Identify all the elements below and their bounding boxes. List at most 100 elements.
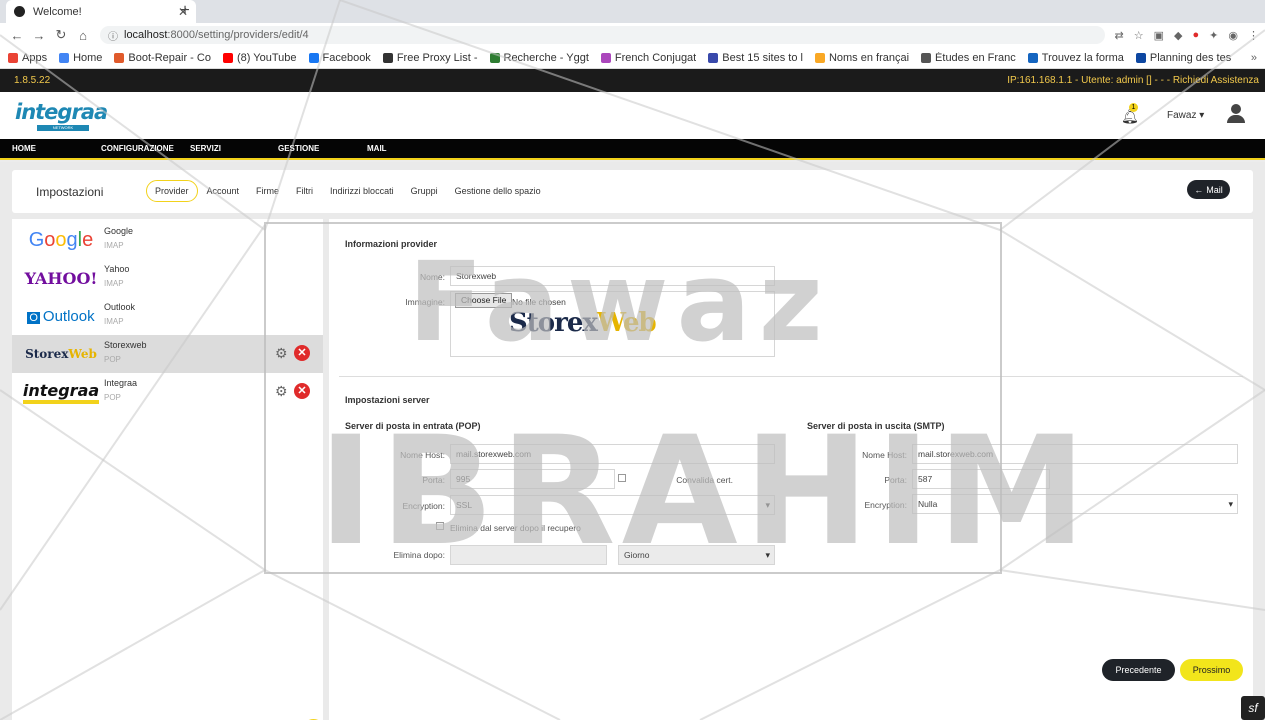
settings-tabs: Provider Account Firme Filtri Indirizzi bloc… [146, 180, 550, 202]
gear-icon[interactable]: ⚙ [275, 383, 288, 400]
image-upload-area[interactable]: Choose File No file chosen StorexWeb [450, 291, 775, 357]
incoming-port-input[interactable]: 995 [450, 469, 615, 489]
puzzle-icon[interactable]: ✦ [1209, 29, 1218, 42]
nav-mail[interactable]: MAIL [367, 144, 387, 153]
bookmark-item[interactable]: French Conjugat [600, 51, 697, 64]
nav-servizi[interactable]: SERVIZI [190, 144, 221, 153]
star-icon[interactable]: ☆ [1134, 29, 1144, 42]
bookmark-label: Home [73, 51, 103, 64]
bookmark-icon [814, 52, 825, 63]
main-nav: HOME CONFIGURAZIONE SERVIZI GESTIONE MAI… [0, 139, 1265, 160]
provider-item[interactable]: O Outlook Outlook IMAP [12, 297, 323, 335]
bookmark-item[interactable]: Trouvez la forma [1027, 52, 1124, 64]
back-to-mail-button[interactable]: ← Mail [1187, 180, 1230, 199]
tab-filtri[interactable]: Filtri [288, 181, 321, 201]
bookmark-item[interactable]: Home [59, 52, 102, 64]
bookmark-item[interactable]: Facebook [308, 52, 371, 64]
outgoing-host-label: Nome Host: [862, 450, 907, 460]
bookmark-item[interactable]: Études en Franc [921, 52, 1016, 64]
provider-logo: integraa [22, 379, 100, 405]
settings-bar: Impostazioni Provider Account Firme Filtri I… [12, 170, 1253, 213]
provider-type: POP [104, 355, 121, 364]
tab-account[interactable]: Account [199, 181, 248, 201]
bookmarks-more-icon[interactable]: » [1251, 52, 1257, 64]
bookmark-item[interactable]: Noms en françai [814, 52, 909, 64]
delete-after-unit-select[interactable]: Giorno [618, 545, 775, 565]
bookmark-label: French Conjugat [614, 51, 697, 64]
delete-after-fetch-label: Elimina dal server dopo il recupero [450, 523, 581, 533]
url-input[interactable]: ⓘ localhost:8000/setting/providers/edit/… [100, 26, 1105, 44]
provider-item[interactable]: YAHOO! Yahoo IMAP [12, 259, 323, 297]
provider-type: IMAP [104, 241, 124, 250]
bookmark-icon [1135, 52, 1146, 63]
version-label: 1.8.5.22 [14, 75, 51, 86]
tab-firme[interactable]: Firme [248, 181, 287, 201]
delete-after-input[interactable] [450, 545, 607, 565]
nav-home[interactable]: HOME [12, 144, 36, 153]
extension-icon[interactable]: ▣ [1154, 29, 1164, 42]
bookmark-item[interactable]: Planning des tes [1135, 52, 1231, 64]
opera-icon[interactable]: ● [1193, 29, 1200, 42]
validate-cert-label: Convalida cert. [676, 475, 733, 485]
incoming-encryption-select[interactable]: SSL [450, 495, 775, 515]
forward-icon[interactable]: → [28, 28, 50, 43]
bookmark-item[interactable]: Boot-Repair - Co [114, 52, 211, 64]
bookmark-item[interactable]: (8) YouTube [222, 52, 297, 64]
notification-bell-icon[interactable]: 🔔︎ 1 [1121, 103, 1139, 125]
user-dropdown[interactable]: Fawaz ▾ [1167, 110, 1204, 121]
provider-item[interactable]: integraa Integraa POP ⚙ ✕ [12, 373, 323, 411]
url-host: localhost [124, 29, 168, 41]
nav-gestione[interactable]: GESTIONE [278, 144, 319, 153]
incoming-host-input[interactable]: mail.storexweb.com [450, 444, 775, 464]
choose-file-button[interactable]: Choose File [455, 293, 513, 308]
bookmark-item[interactable]: Free Proxy List - [382, 52, 478, 64]
tab-gestione-dello-spazio[interactable]: Gestione dello spazio [447, 181, 549, 201]
tab-gruppi[interactable]: Gruppi [403, 181, 446, 201]
symfony-toolbar-icon[interactable]: sf [1241, 696, 1265, 720]
tab-indirizzi-bloccati[interactable]: Indirizzi bloccati [322, 181, 402, 201]
session-info[interactable]: IP:161.168.1.1 - Utente: admin [] - - - … [1007, 75, 1259, 86]
delete-icon[interactable]: ✕ [294, 383, 310, 399]
bookmark-item[interactable]: Apps [8, 52, 47, 64]
next-button[interactable]: Prossimo [1180, 659, 1243, 681]
outgoing-port-input[interactable]: 587 [912, 469, 1050, 489]
notification-badge: 1 [1129, 103, 1138, 112]
delete-after-fetch-checkbox[interactable] [436, 522, 444, 530]
page-title: Impostazioni [36, 185, 104, 199]
nav-configurazione[interactable]: CONFIGURAZIONE [101, 144, 174, 153]
reload-icon[interactable]: ↻ [50, 27, 72, 43]
outgoing-encryption-select[interactable]: Nulla [912, 494, 1238, 514]
provider-name-input[interactable]: Storexweb [450, 266, 775, 286]
provider-logo: O Outlook [27, 307, 95, 325]
tab-provider[interactable]: Provider [146, 180, 198, 202]
bookmark-icon [59, 52, 70, 63]
extension-icon[interactable]: ◆ [1174, 29, 1182, 42]
bookmark-item[interactable]: Best 15 sites to l [708, 52, 803, 64]
bookmark-item[interactable]: Recherche - Yggt [489, 52, 589, 64]
new-tab-button[interactable]: + [176, 2, 194, 20]
provider-item[interactable]: StorexWeb Storexweb POP ⚙ ✕ [12, 335, 323, 373]
bookmark-icon [921, 52, 932, 63]
previous-button[interactable]: Precedente [1102, 659, 1175, 681]
home-icon[interactable]: ⌂ [72, 28, 94, 43]
delete-icon[interactable]: ✕ [294, 345, 310, 361]
info-icon[interactable]: ⓘ [108, 28, 118, 43]
translate-icon[interactable]: ⇄ [1115, 29, 1124, 42]
symfony-favicon-icon [14, 6, 25, 17]
avatar[interactable] [1227, 104, 1245, 124]
integraa-logo[interactable]: integraa NETWORK [15, 100, 108, 132]
image-label: Immagine: [405, 297, 445, 307]
provider-list: + GoogleGoogleIMAPYAHOO!YahooIMAPOOutloo… [12, 219, 326, 720]
provider-item[interactable]: Google Google IMAP [12, 221, 323, 259]
provider-name: Google [104, 226, 134, 236]
back-icon[interactable]: ← [6, 28, 28, 43]
gear-icon[interactable]: ⚙ [275, 345, 288, 362]
validate-cert-checkbox[interactable] [618, 474, 626, 482]
bookmark-label: Apps [22, 51, 48, 64]
menu-icon[interactable]: ⋮ [1248, 29, 1259, 42]
provider-form: Informazioni provider Nome: Storexweb Im… [329, 219, 1253, 720]
account-icon[interactable]: ◉ [1228, 29, 1238, 42]
outgoing-host-input[interactable]: mail.storexweb.com [912, 444, 1238, 464]
browser-tab[interactable]: Welcome! ✕ [6, 0, 196, 23]
bookmark-icon [308, 52, 319, 63]
